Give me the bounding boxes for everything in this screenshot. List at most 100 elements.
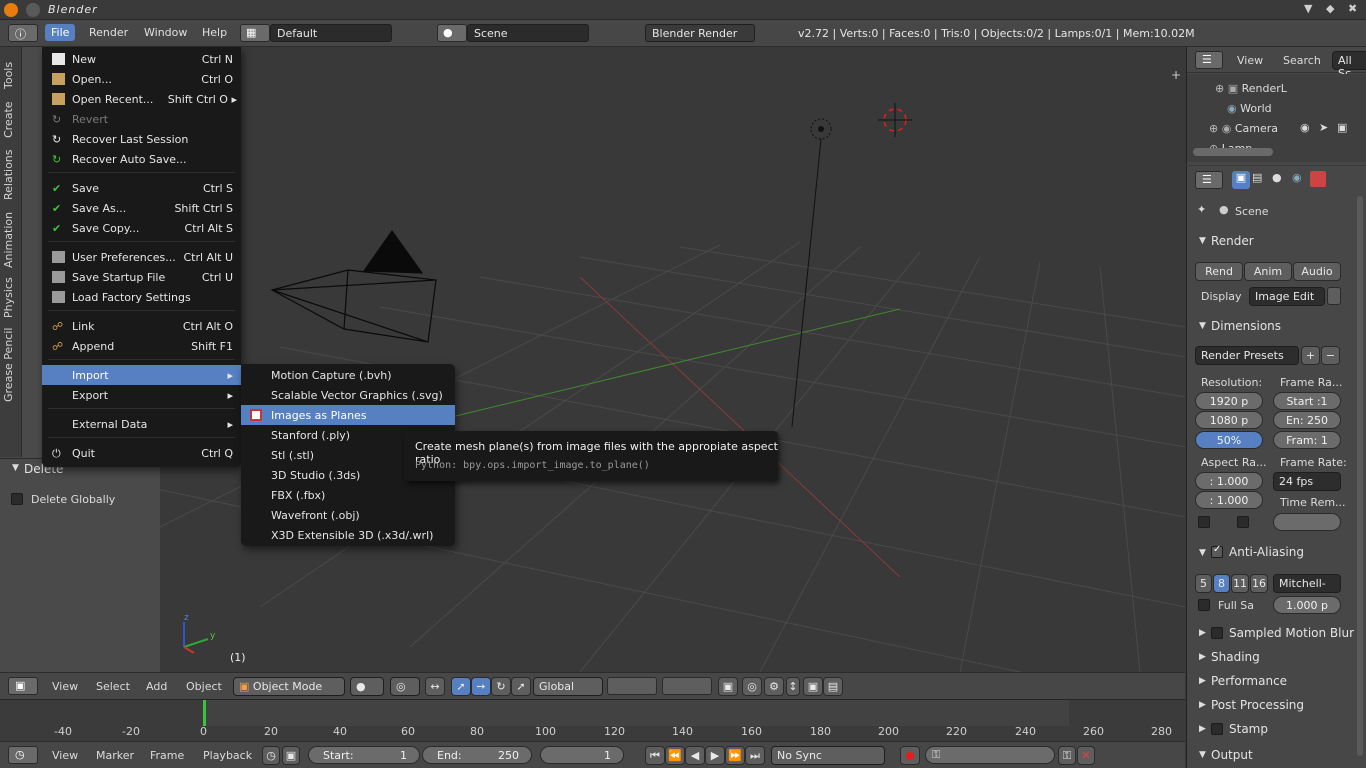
performance-panel-title[interactable]: Performance (1211, 674, 1287, 688)
aspect-y-field[interactable]: : 1.000 (1195, 491, 1263, 509)
lock-camera-icon[interactable]: ▣ (718, 677, 738, 696)
outliner-item-camera[interactable]: ⊕ ◉ Camera (1209, 122, 1278, 135)
timeline-editor-type-button[interactable]: ◷ (8, 746, 38, 764)
render-tab-icon[interactable]: ▣ (1232, 171, 1250, 189)
frame-step-field[interactable]: Fram: 1 (1273, 431, 1341, 449)
import-wavefront-obj[interactable]: Wavefront (.obj) (241, 505, 455, 525)
dimensions-panel-title[interactable]: Dimensions (1211, 319, 1281, 333)
lamp-object[interactable] (791, 118, 832, 428)
frame-end-field[interactable]: En: 250 (1273, 411, 1341, 429)
menu-item-recover-auto-save[interactable]: ↻ Recover Auto Save... (42, 149, 241, 169)
remove-preset-button[interactable]: − (1321, 346, 1340, 365)
menu-item-load-factory-settings[interactable]: Load Factory Settings (42, 287, 241, 307)
start-frame-field[interactable]: Start: 1 (308, 746, 420, 764)
aa-panel-collapse-icon[interactable]: ▼ (1199, 548, 1206, 558)
menu-help[interactable]: Help (202, 26, 227, 39)
menu-item-save-as[interactable]: ✔ Save As... Shift Ctrl S (42, 198, 241, 218)
properties-editor-type-button[interactable]: ☰ (1195, 171, 1223, 189)
performance-panel-expand-icon[interactable]: ▶ (1199, 676, 1206, 686)
aa-samples-5[interactable]: 5 (1195, 574, 1212, 593)
time-remap-fields[interactable] (1273, 513, 1341, 531)
shading-dropdown[interactable]: ● (350, 677, 384, 696)
menu-item-external-data[interactable]: External Data ▸ (42, 414, 241, 434)
render-layers-tab-icon[interactable]: ▤ (1252, 171, 1262, 184)
outliner-item-renderlayers[interactable]: ⊕ ▣ RenderL (1215, 82, 1287, 95)
motion-blur-panel-expand-icon[interactable]: ▶ (1199, 628, 1206, 638)
play-reverse-icon[interactable]: ◀ (685, 746, 705, 765)
post-processing-panel-expand-icon[interactable]: ▶ (1199, 700, 1206, 710)
outliner-menu-view[interactable]: View (1237, 54, 1263, 67)
shading-panel-expand-icon[interactable]: ▶ (1199, 652, 1206, 662)
visibility-eye-icon[interactable]: ◉ (1300, 121, 1310, 134)
outliner-editor-type-button[interactable]: ☰ (1195, 51, 1223, 69)
import-motion-capture[interactable]: Motion Capture (.bvh) (241, 365, 455, 385)
render-camera-icon[interactable]: ▣ (1337, 121, 1347, 134)
world-tab-icon[interactable]: ◉ (1292, 171, 1302, 184)
render-image-button[interactable]: Rend (1195, 262, 1243, 281)
frame-start-field[interactable]: Start :1 (1273, 392, 1341, 410)
full-sample-checkbox[interactable] (1198, 599, 1210, 611)
render-audio-button[interactable]: Audio (1293, 262, 1341, 281)
shading-panel-title[interactable]: Shading (1211, 650, 1260, 664)
viewport-plus-icon[interactable]: + (1171, 68, 1181, 82)
scene-tab-icon[interactable]: ● (1272, 171, 1282, 184)
minimize-button[interactable]: ▼ (1304, 2, 1312, 15)
pin-icon[interactable]: ✦ (1197, 203, 1206, 216)
pivot-dropdown[interactable]: ◎ (390, 677, 420, 696)
object-menu[interactable]: Object (186, 680, 222, 693)
view-menu[interactable]: View (52, 680, 78, 693)
menu-item-link[interactable]: ☍ Link Ctrl Alt O (42, 316, 241, 336)
scene-field[interactable]: Scene (467, 24, 589, 42)
menu-item-quit[interactable]: ⏻ Quit Ctrl Q (42, 443, 241, 463)
move-manipulator-icon[interactable]: ➙ (471, 677, 491, 696)
end-frame-field[interactable]: End: 250 (422, 746, 532, 764)
timeline-playback-menu[interactable]: Playback (203, 749, 252, 762)
menu-item-open-recent[interactable]: Open Recent... Shift Ctrl O ▸ (42, 89, 241, 109)
stamp-panel-expand-icon[interactable]: ▶ (1199, 724, 1206, 734)
tab-tools[interactable]: Tools (2, 55, 20, 95)
anti-aliasing-checkbox[interactable]: ✓ (1211, 544, 1223, 558)
outliner-display-dropdown[interactable]: All Sc (1332, 51, 1366, 80)
outliner-scrollbar[interactable] (1193, 148, 1273, 156)
resolution-percent-field[interactable]: 50% (1195, 431, 1263, 449)
layout-field[interactable]: Default (270, 24, 392, 42)
manipulator-toggle-icon[interactable]: ↔ (425, 677, 445, 696)
transform-orientation-dropdown[interactable]: Global (533, 677, 603, 696)
3d-view-editor-type-button[interactable]: ▣ (8, 677, 38, 695)
menu-item-save-copy[interactable]: ✔ Save Copy... Ctrl Alt S (42, 218, 241, 238)
layer-buttons-1[interactable] (607, 677, 657, 695)
scene-selector-button[interactable]: ● (437, 24, 467, 42)
resolution-x-field[interactable]: 1920 p (1195, 392, 1263, 410)
3d-cursor-icon[interactable] (878, 103, 912, 137)
jump-keyframe-forward-icon[interactable]: ⏩ (725, 746, 745, 765)
opengl-render-image-icon[interactable]: ▣ (803, 677, 823, 696)
select-menu[interactable]: Select (96, 680, 130, 693)
render-animation-button[interactable]: Anim (1244, 262, 1292, 281)
render-panel-title[interactable]: Render (1211, 234, 1254, 248)
render-panel-collapse-icon[interactable]: ▼ (1199, 236, 1206, 246)
filter-size-field[interactable]: 1.000 p (1273, 596, 1341, 614)
dimensions-panel-collapse-icon[interactable]: ▼ (1199, 321, 1206, 331)
jump-keyframe-back-icon[interactable]: ⏪ (665, 746, 685, 765)
menu-item-append[interactable]: ☍ Append Shift F1 (42, 336, 241, 356)
menu-item-new[interactable]: New Ctrl N (42, 49, 241, 69)
current-frame-field[interactable]: 1 (540, 746, 624, 764)
aa-samples-11[interactable]: 11 (1231, 574, 1249, 593)
current-frame-indicator[interactable] (203, 700, 206, 726)
import-svg[interactable]: Scalable Vector Graphics (.svg) (241, 385, 455, 405)
snap-element-dropdown[interactable]: ↕ (786, 677, 800, 696)
record-icon[interactable]: ● (900, 746, 920, 765)
stamp-panel-title[interactable]: Stamp (1229, 722, 1268, 736)
rotate-manipulator-icon[interactable]: ↻ (491, 677, 511, 696)
menu-item-save[interactable]: ✔ Save Ctrl S (42, 178, 241, 198)
tab-relations[interactable]: Relations (2, 145, 20, 205)
mode-dropdown[interactable]: ▣ Object Mode (233, 677, 345, 696)
menu-item-import[interactable]: Import ▸ (42, 365, 241, 385)
display-dropdown[interactable]: Image Edit (1249, 287, 1325, 306)
select-cursor-icon[interactable]: ➤ (1319, 121, 1328, 134)
crop-checkbox[interactable] (1237, 516, 1249, 528)
aa-samples-8[interactable]: 8 (1213, 574, 1230, 593)
timeline-marker-menu[interactable]: Marker (96, 749, 134, 762)
snap-toggle-icon[interactable]: ⚙ (764, 677, 784, 696)
tab-create[interactable]: Create (2, 97, 20, 143)
